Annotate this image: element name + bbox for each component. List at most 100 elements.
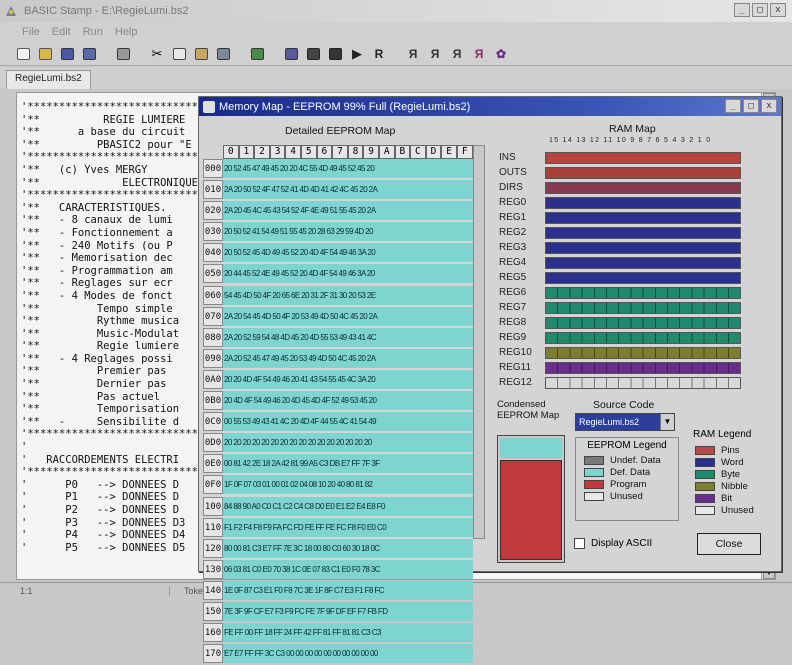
close-button[interactable]: Close xyxy=(697,533,761,555)
hex-address: 010 xyxy=(203,180,223,200)
paste-icon[interactable] xyxy=(192,45,210,63)
menu-edit[interactable]: Edit xyxy=(52,26,71,38)
hex-column-label: 9 xyxy=(363,145,379,159)
copy-icon[interactable] xyxy=(170,45,188,63)
hex-row: 0C0 00 55 53 49 43 41 4C 20 4D 4F 44 55 4… xyxy=(203,412,473,433)
hex-column-label: A xyxy=(378,145,395,159)
ram-row: REG5 xyxy=(499,271,741,284)
menubar: File Edit Run Help xyxy=(0,22,792,42)
hex-row: 080 2A 20 52 59 54 48 4D 45 20 4D 55 53 4… xyxy=(203,327,473,349)
window-controls: _ □ x xyxy=(734,3,786,17)
hex-scrollbar[interactable] xyxy=(473,145,485,539)
stamp-bs2e-icon[interactable]: Я xyxy=(448,45,466,63)
ram-legend: RAM Legend Pins Word Byte Nibble Bit Unused xyxy=(689,429,767,529)
hex-address: 060 xyxy=(203,285,223,305)
hex-address: 050 xyxy=(203,264,223,284)
ram-register-label: REG0 xyxy=(499,197,527,208)
hex-row: 110 F1 F2 F4 F8 F9 FA FC FD FE FF FE FC F… xyxy=(203,517,473,539)
stamp-bs2p-icon[interactable]: ✿ xyxy=(492,45,510,63)
hex-bytes: 1F 0F 07 03 01 00 01 02 04 08 10 20 40 8… xyxy=(223,475,473,495)
hex-address: 170 xyxy=(203,644,223,664)
save-all-icon[interactable] xyxy=(80,45,98,63)
hex-row: 050 20 44 45 52 4E 49 45 52 20 4D 4F 54 4… xyxy=(203,264,473,285)
print-icon[interactable] xyxy=(114,45,132,63)
legend-swatch xyxy=(584,467,604,477)
chevron-down-icon[interactable]: ▼ xyxy=(660,414,674,430)
hex-address: 110 xyxy=(203,517,223,537)
ram-map-label: RAM Map xyxy=(609,123,656,135)
hex-column-header: 0123456789ABCDEF xyxy=(223,145,473,159)
hex-bytes: 2A 20 54 45 4D 50 4F 20 53 49 4D 50 4C 4… xyxy=(223,306,473,326)
source-code-select[interactable]: RegieLumi.bs2 ▼ xyxy=(575,413,675,431)
stamp-bs2-icon[interactable]: Я xyxy=(426,45,444,63)
legend-label: Program xyxy=(610,478,647,490)
ram-register-label: DIRS xyxy=(499,182,523,193)
debug-icon[interactable] xyxy=(326,45,344,63)
ram-bit-numbers: 15 14 13 12 11 10 9 8 7 6 5 4 3 2 1 0 xyxy=(549,137,712,144)
legend-swatch xyxy=(584,455,604,465)
memory-map-icon[interactable] xyxy=(304,45,322,63)
ram-register-bar xyxy=(545,256,741,269)
dialog-close-button[interactable]: x xyxy=(761,99,777,113)
hex-row: 090 2A 20 52 45 47 49 45 20 53 49 4D 50 4… xyxy=(203,348,473,370)
ram-register-label: REG4 xyxy=(499,257,527,268)
source-code-value: RegieLumi.bs2 xyxy=(576,414,660,430)
maximize-button[interactable]: □ xyxy=(752,3,768,17)
dialog-maximize-button[interactable]: □ xyxy=(743,99,759,113)
display-ascii-checkbox[interactable]: Display ASCII xyxy=(574,538,652,549)
source-code-label: Source Code xyxy=(593,399,655,411)
legend-item: Unused xyxy=(584,490,678,502)
save-icon[interactable] xyxy=(58,45,76,63)
hex-column-label: 5 xyxy=(300,145,317,159)
legend-item: Pins xyxy=(695,444,767,456)
hex-row: 010 2A 20 50 52 4F 47 52 41 4D 4D 41 42 4… xyxy=(203,180,473,201)
legend-item: Bit xyxy=(695,492,767,504)
legend-swatch xyxy=(584,491,604,501)
hex-row: 040 20 50 52 45 4D 49 45 52 20 4D 4F 54 4… xyxy=(203,243,473,264)
ram-register-bar xyxy=(545,226,741,239)
hex-row: 020 2A 20 45 4C 45 43 54 52 4F 4E 49 51 5… xyxy=(203,201,473,222)
menu-help[interactable]: Help xyxy=(115,26,138,38)
toolbar: ✂ ▶ R Я Я Я Я ✿ xyxy=(0,42,792,66)
hex-column-label: B xyxy=(394,145,411,159)
open-folder-icon[interactable] xyxy=(36,45,54,63)
checkbox-box[interactable] xyxy=(574,538,585,549)
condensed-program-block xyxy=(500,460,562,560)
ram-register-bar xyxy=(545,286,741,299)
hex-column-label: 0 xyxy=(223,145,239,159)
hex-bytes: 84 88 90 A0 C0 C1 C2 C4 C8 D0 E0 E1 E2 E… xyxy=(223,496,473,516)
hex-address: 150 xyxy=(203,601,223,621)
run-icon[interactable]: ▶ xyxy=(348,45,366,63)
tab-bar: RegieLumi.bs2 xyxy=(0,67,792,89)
tab-file[interactable]: RegieLumi.bs2 xyxy=(6,70,91,89)
hex-row: 0F0 1F 0F 07 03 01 00 01 02 04 08 10 20 4… xyxy=(203,475,473,496)
ram-register-bar xyxy=(545,346,741,359)
hex-row: 0E0 00 81 42 2E 18 2A 42 81 99 A5 C3 DB E… xyxy=(203,454,473,475)
hex-address: 160 xyxy=(203,623,223,643)
hex-address: 030 xyxy=(203,222,223,242)
menu-run[interactable]: Run xyxy=(83,26,103,38)
hex-bytes: 20 44 45 52 4E 49 45 52 20 4D 4F 54 49 4… xyxy=(223,264,473,284)
hex-bytes: 2A 20 50 52 4F 47 52 41 4D 4D 41 42 4C 4… xyxy=(223,180,473,200)
identify-icon[interactable] xyxy=(248,45,266,63)
directive-icon[interactable]: R xyxy=(370,45,388,63)
stamp-bs1-icon[interactable]: Я xyxy=(404,45,422,63)
find-icon[interactable] xyxy=(214,45,232,63)
stamp-bs2sx-icon[interactable]: Я xyxy=(470,45,488,63)
ram-register-label: REG11 xyxy=(499,362,532,373)
minimize-button[interactable]: _ xyxy=(734,3,750,17)
menu-file[interactable]: File xyxy=(22,26,40,38)
legend-swatch xyxy=(695,493,715,503)
ram-register-label: REG10 xyxy=(499,347,532,358)
ram-legend-title: RAM Legend xyxy=(693,429,752,440)
cut-icon[interactable]: ✂ xyxy=(148,45,166,63)
hex-column-label: 8 xyxy=(347,145,364,159)
ram-register-bar xyxy=(545,211,741,224)
new-file-icon[interactable] xyxy=(14,45,32,63)
dialog-minimize-button[interactable]: _ xyxy=(725,99,741,113)
ram-row: REG1 xyxy=(499,211,741,224)
legend-item: Unused xyxy=(695,504,767,516)
close-window-button[interactable]: x xyxy=(770,3,786,17)
main-titlebar: BASIC Stamp - E:\RegieLumi.bs2 _ □ x xyxy=(0,0,792,22)
syntax-check-icon[interactable] xyxy=(282,45,300,63)
